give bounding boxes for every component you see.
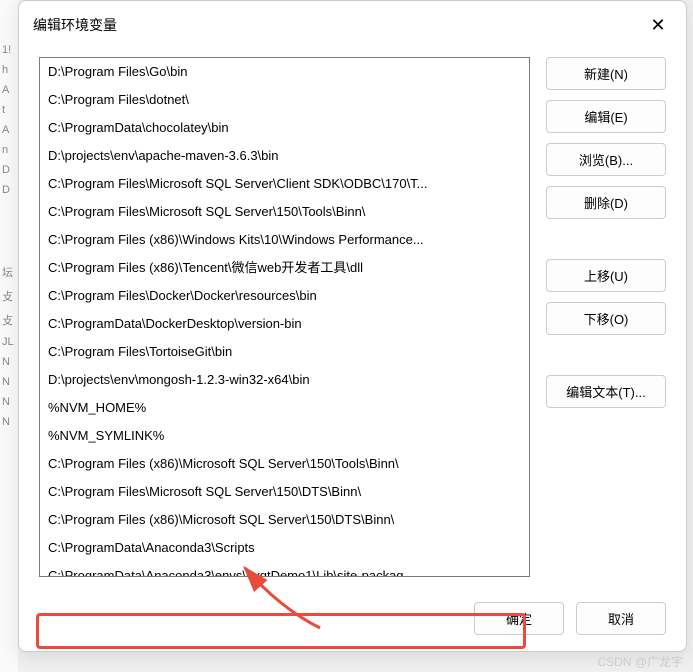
dialog-footer: 确定 取消 [19, 586, 686, 651]
btn-group-edit: 新建(N) 编辑(E) 浏览(B)... 删除(D) [546, 57, 666, 219]
list-item[interactable]: %NVM_SYMLINK% [40, 422, 529, 450]
delete-button[interactable]: 删除(D) [546, 186, 666, 219]
listbox-wrap: D:\Program Files\Go\binC:\Program Files\… [39, 57, 530, 586]
edit-button[interactable]: 编辑(E) [546, 100, 666, 133]
edit-env-dialog: 编辑环境变量 ✕ D:\Program Files\Go\binC:\Progr… [18, 0, 687, 652]
watermark: CSDN @广龙宇 [597, 653, 683, 670]
browse-button[interactable]: 浏览(B)... [546, 143, 666, 176]
button-sidebar: 新建(N) 编辑(E) 浏览(B)... 删除(D) 上移(U) 下移(O) 编… [546, 57, 666, 586]
list-item[interactable]: C:\Program Files (x86)\Microsoft SQL Ser… [40, 506, 529, 534]
ok-button[interactable]: 确定 [474, 602, 564, 635]
close-button[interactable]: ✕ [644, 11, 672, 39]
list-item[interactable]: C:\Program Files (x86)\Microsoft SQL Ser… [40, 450, 529, 478]
list-item[interactable]: C:\Program Files\dotnet\ [40, 86, 529, 114]
list-item[interactable]: %NVM_HOME% [40, 394, 529, 422]
list-item[interactable]: C:\ProgramData\Anaconda3\Scripts [40, 534, 529, 562]
list-item[interactable]: C:\Program Files\TortoiseGit\bin [40, 338, 529, 366]
btn-group-move: 上移(U) 下移(O) [546, 259, 666, 335]
dialog-content: D:\Program Files\Go\binC:\Program Files\… [19, 49, 686, 586]
edit-text-button[interactable]: 编辑文本(T)... [546, 375, 666, 408]
move-up-button[interactable]: 上移(U) [546, 259, 666, 292]
list-item[interactable]: C:\Program Files\Microsoft SQL Server\15… [40, 198, 529, 226]
list-item[interactable]: C:\Program Files\Microsoft SQL Server\15… [40, 478, 529, 506]
path-listbox[interactable]: D:\Program Files\Go\binC:\Program Files\… [39, 57, 530, 577]
cancel-button[interactable]: 取消 [576, 602, 666, 635]
list-item[interactable]: D:\projects\env\mongosh-1.2.3-win32-x64\… [40, 366, 529, 394]
background-fragments: 1!hAtAnDD 坛攴攴JLNNNN [0, 0, 18, 672]
list-item[interactable]: C:\Program Files\Microsoft SQL Server\Cl… [40, 170, 529, 198]
dialog-title: 编辑环境变量 [33, 15, 117, 35]
list-item[interactable]: C:\Program Files\Docker\Docker\resources… [40, 282, 529, 310]
new-button[interactable]: 新建(N) [546, 57, 666, 90]
list-item[interactable]: C:\Program Files (x86)\Windows Kits\10\W… [40, 226, 529, 254]
titlebar: 编辑环境变量 ✕ [19, 1, 686, 49]
list-item[interactable]: C:\ProgramData\DockerDesktop\version-bin [40, 310, 529, 338]
btn-group-text: 编辑文本(T)... [546, 375, 666, 408]
move-down-button[interactable]: 下移(O) [546, 302, 666, 335]
list-item[interactable]: C:\ProgramData\Anaconda3\envs\pyqtDemo1\… [40, 562, 529, 577]
list-item[interactable]: C:\ProgramData\chocolatey\bin [40, 114, 529, 142]
list-item[interactable]: C:\Program Files (x86)\Tencent\微信web开发者工… [40, 254, 529, 282]
list-item[interactable]: D:\projects\env\apache-maven-3.6.3\bin [40, 142, 529, 170]
list-item[interactable]: D:\Program Files\Go\bin [40, 58, 529, 86]
